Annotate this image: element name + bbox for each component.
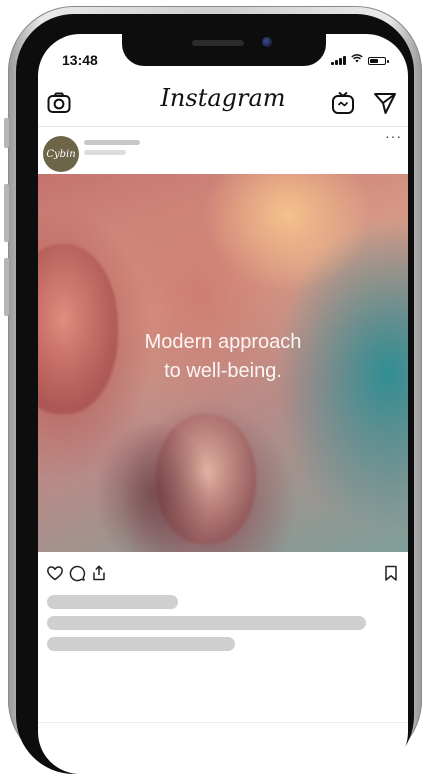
blurred-hair-shadow [98, 424, 208, 552]
status-time: 13:48 [62, 52, 98, 68]
mute-switch [4, 118, 9, 148]
location-placeholder [84, 150, 126, 155]
phone-screen: 13:48 Instagram Cybin ··· Modern approac… [38, 34, 408, 774]
speaker-grille [192, 40, 244, 46]
avatar[interactable]: Cybin [43, 136, 79, 172]
more-options-button[interactable]: ··· [385, 128, 402, 144]
volume-up-button [4, 184, 9, 242]
image-text-line-1: Modern approach [144, 331, 302, 353]
front-camera [262, 37, 272, 47]
app-header: Instagram [38, 82, 408, 127]
username-placeholder [84, 140, 140, 145]
post-actions [38, 560, 408, 586]
likes-placeholder [47, 595, 178, 609]
volume-down-button [4, 258, 9, 316]
cellular-signal-icon [331, 56, 346, 65]
share-icon[interactable] [90, 564, 108, 582]
direct-message-icon[interactable] [372, 90, 398, 116]
igtv-icon[interactable] [330, 90, 356, 116]
post-image[interactable]: Modern approach to well-being. [38, 174, 408, 552]
image-text-line-2: to well-being. [164, 360, 282, 382]
heart-icon[interactable] [46, 564, 64, 582]
bookmark-icon[interactable] [382, 564, 400, 582]
status-icons [331, 54, 389, 65]
tab-bar-divider [38, 722, 408, 723]
wifi-icon [351, 54, 363, 65]
post-header: Cybin ··· [38, 128, 408, 172]
battery-icon [368, 57, 389, 65]
caption-placeholder [47, 616, 366, 630]
comments-placeholder [47, 637, 235, 651]
comment-icon[interactable] [68, 564, 86, 582]
image-text-overlay: Modern approach to well-being. [38, 328, 408, 386]
battery-level [370, 59, 378, 63]
notch [122, 34, 326, 66]
